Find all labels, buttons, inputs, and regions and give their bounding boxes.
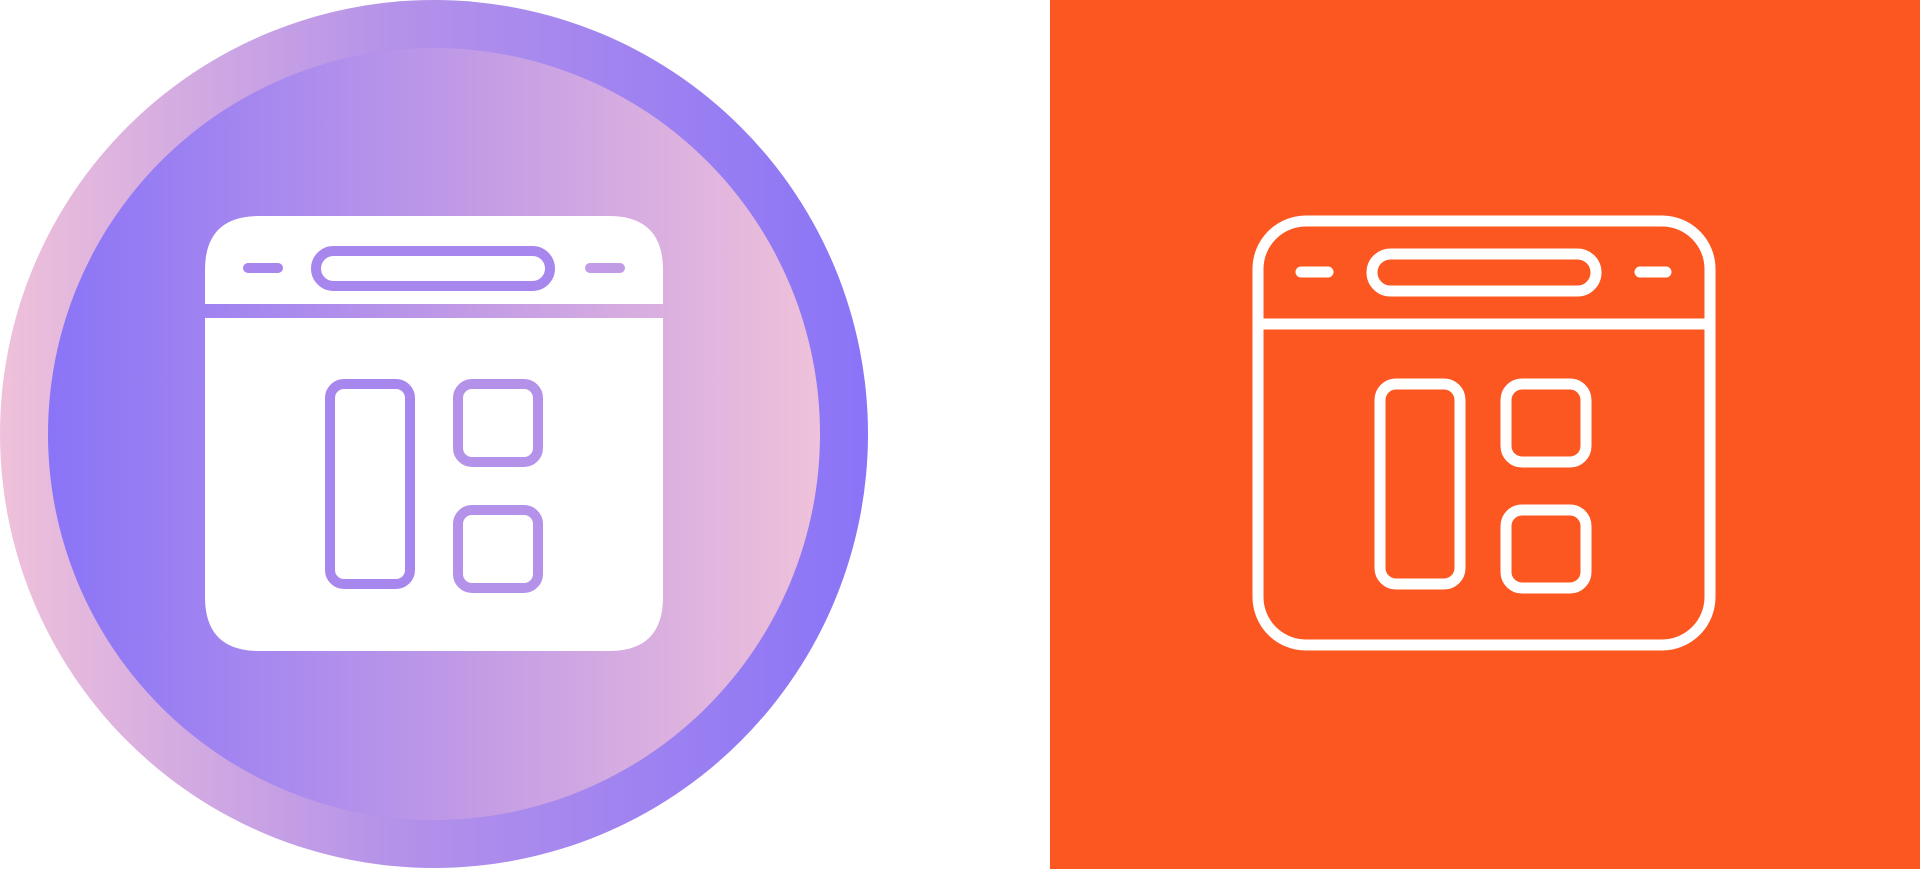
gradient-circle-panel (0, 0, 1050, 869)
orange-background (1050, 0, 1920, 869)
orange-square-panel (1050, 0, 1920, 869)
browser-body (205, 318, 663, 651)
icon-showcase (0, 0, 1920, 869)
browser-layout-outline-icon (1050, 0, 1920, 869)
browser-layout-glyph-icon (0, 0, 868, 868)
